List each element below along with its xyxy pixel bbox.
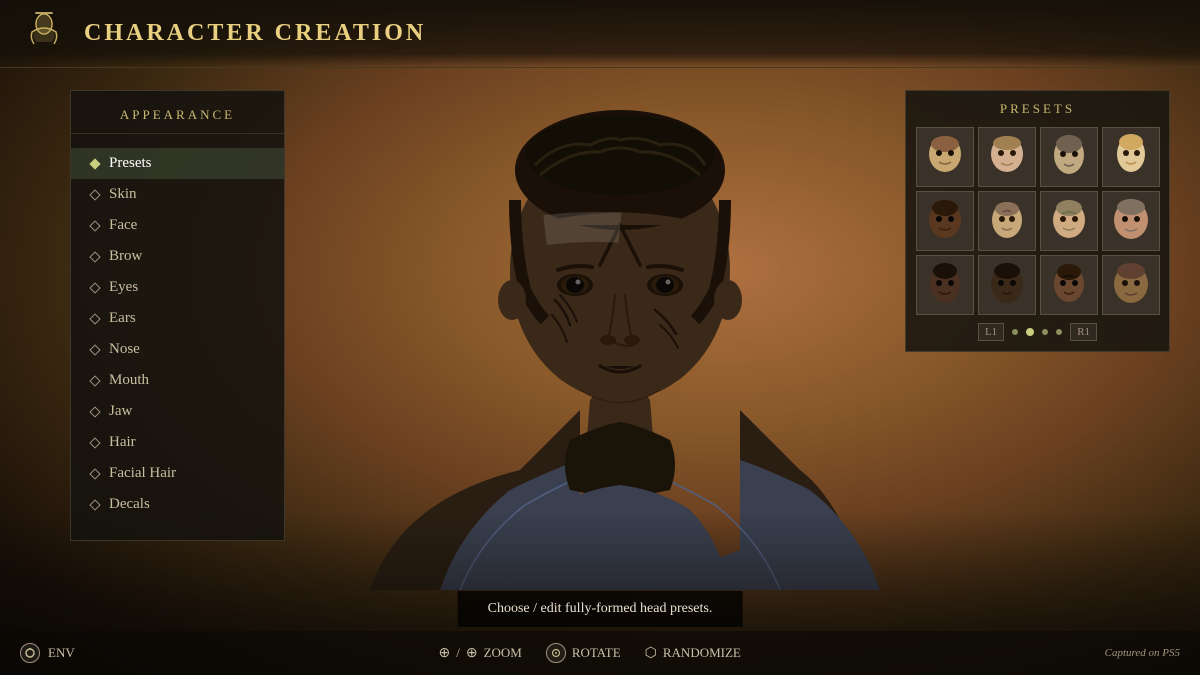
- preset-cell-1[interactable]: [916, 127, 974, 187]
- sidebar-item-jaw[interactable]: Jaw: [71, 396, 284, 427]
- preset-cell-4[interactable]: [1102, 127, 1160, 187]
- sidebar-item-nose[interactable]: Nose: [71, 334, 284, 365]
- menu-diamond-2: [89, 220, 100, 231]
- menu-item-label-9: Hair: [109, 434, 136, 451]
- menu-item-label-3: Brow: [109, 248, 142, 265]
- sidebar-item-presets[interactable]: Presets: [71, 148, 284, 179]
- menu-diamond-10: [89, 468, 100, 479]
- sidebar-item-hair[interactable]: Hair: [71, 427, 284, 458]
- sidebar-item-facial-hair[interactable]: Facial Hair: [71, 458, 284, 489]
- preset-cell-9[interactable]: [916, 255, 974, 315]
- sidebar-item-skin[interactable]: Skin: [71, 179, 284, 210]
- sidebar-item-brow[interactable]: Brow: [71, 241, 284, 272]
- menu-item-label-10: Facial Hair: [109, 465, 176, 482]
- menu-diamond-4: [89, 282, 100, 293]
- menu-item-label-4: Eyes: [109, 279, 138, 296]
- env-button-icon[interactable]: [20, 643, 40, 663]
- menu-item-label-2: Face: [109, 217, 137, 234]
- menu-item-label-1: Skin: [109, 186, 137, 203]
- sidebar-section-title: APPEARANCE: [71, 107, 284, 134]
- menu-item-label-6: Nose: [109, 341, 140, 358]
- preset-cell-11[interactable]: [1040, 255, 1098, 315]
- zoom-icon-2: ⊕: [466, 645, 478, 662]
- menu-item-label-7: Mouth: [109, 372, 149, 389]
- rotate-label: ROTATE: [572, 645, 621, 661]
- presets-panel: PRESETS: [905, 90, 1170, 352]
- randomize-icon: ⬡: [645, 645, 657, 662]
- preset-cell-12[interactable]: [1102, 255, 1160, 315]
- sidebar-item-face[interactable]: Face: [71, 210, 284, 241]
- menu-diamond-5: [89, 313, 100, 324]
- bottom-bar: ENV ⊕ / ⊕ ZOOM ROTATE ⬡ RANDOMIZE Captur…: [0, 631, 1200, 675]
- sidebar-item-decals[interactable]: Decals: [71, 489, 284, 520]
- nav-dot-1: [1012, 329, 1018, 335]
- preset-cell-5[interactable]: [916, 191, 974, 251]
- sidebar-item-eyes[interactable]: Eyes: [71, 272, 284, 303]
- preset-cell-10[interactable]: [978, 255, 1036, 315]
- nav-dot-3: [1042, 329, 1048, 335]
- menu-item-label-0: Presets: [109, 155, 152, 172]
- env-control: ENV: [20, 643, 75, 663]
- rotate-control: ROTATE: [546, 643, 621, 663]
- menu-diamond-1: [89, 189, 100, 200]
- menu-diamond-8: [89, 406, 100, 417]
- preset-cell-7[interactable]: [1040, 191, 1098, 251]
- page-title: CHARACTER CREATION: [84, 20, 426, 47]
- presets-title: PRESETS: [916, 101, 1159, 117]
- preset-cell-2[interactable]: [978, 127, 1036, 187]
- character-face: [360, 70, 880, 610]
- menu-diamond-3: [89, 251, 100, 262]
- header-bar: CHARACTER CREATION: [0, 0, 1200, 68]
- preset-cell-6[interactable]: [978, 191, 1036, 251]
- presets-grid: [916, 127, 1159, 315]
- menu-diamond-7: [89, 375, 100, 386]
- randomize-label: RANDOMIZE: [663, 645, 741, 661]
- preset-cell-3[interactable]: [1040, 127, 1098, 187]
- preset-cell-8[interactable]: [1102, 191, 1160, 251]
- randomize-control: ⬡ RANDOMIZE: [645, 645, 741, 662]
- hint-bar: Choose / edit fully-formed head presets.: [458, 591, 743, 627]
- hint-text: Choose / edit fully-formed head presets.: [488, 601, 713, 616]
- menu-item-label-11: Decals: [109, 496, 150, 513]
- menu-diamond-6: [89, 344, 100, 355]
- presets-prev-button[interactable]: L1: [978, 323, 1004, 341]
- menu-item-label-8: Jaw: [109, 403, 132, 420]
- character-icon: [20, 10, 68, 58]
- presets-navigation: L1 R1: [916, 323, 1159, 341]
- zoom-label: ZOOM: [484, 645, 522, 661]
- nav-dot-4: [1056, 329, 1062, 335]
- presets-next-button[interactable]: R1: [1070, 323, 1097, 341]
- menu-diamond-9: [89, 437, 100, 448]
- character-preview: [280, 60, 960, 620]
- appearance-menu: APPEARANCE Presets Skin Face Brow Eyes Ears No…: [70, 90, 285, 541]
- menu-diamond-0: [89, 158, 100, 169]
- nav-dot-2: [1026, 328, 1034, 336]
- zoom-icon-1: ⊕: [438, 645, 450, 662]
- env-label: ENV: [48, 645, 75, 661]
- sidebar-item-mouth[interactable]: Mouth: [71, 365, 284, 396]
- rotate-button-icon[interactable]: [546, 643, 566, 663]
- bottom-controls: ⊕ / ⊕ ZOOM ROTATE ⬡ RANDOMIZE: [438, 643, 740, 663]
- menu-diamond-11: [89, 499, 100, 510]
- zoom-control: ⊕ / ⊕ ZOOM: [438, 645, 521, 662]
- captured-on-label: Captured on PS5: [1105, 647, 1180, 659]
- menu-item-label-5: Ears: [109, 310, 136, 327]
- sidebar-item-ears[interactable]: Ears: [71, 303, 284, 334]
